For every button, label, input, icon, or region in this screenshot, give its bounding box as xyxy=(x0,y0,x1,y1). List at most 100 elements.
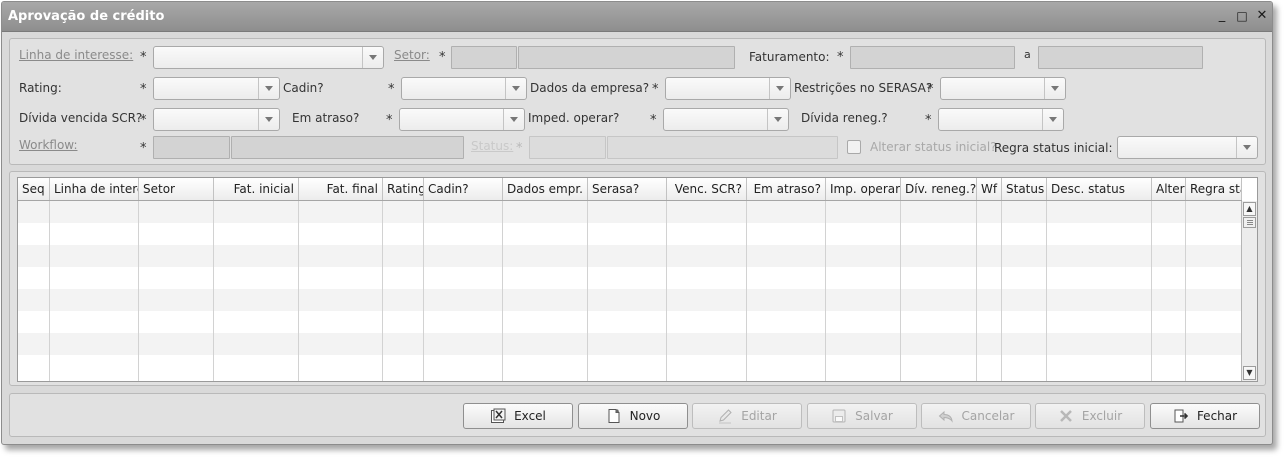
minimize-icon[interactable]: _ xyxy=(1215,8,1229,24)
status-description-field xyxy=(607,136,838,159)
alterar-status-checkbox[interactable] xyxy=(847,140,861,154)
column-header[interactable]: Setor xyxy=(139,178,214,200)
column-header[interactable]: Dív. reneg.? xyxy=(901,178,977,200)
required-mark: * xyxy=(927,82,934,97)
column-divider xyxy=(1185,201,1186,381)
status-label: Status: xyxy=(471,139,514,153)
column-header[interactable]: Status xyxy=(1002,178,1047,200)
close-icon[interactable]: ✕ xyxy=(1255,8,1269,24)
column-divider xyxy=(1151,201,1152,381)
required-mark: * xyxy=(140,50,147,65)
column-header[interactable]: Fat. inicial xyxy=(214,178,299,200)
range-separator: a xyxy=(1024,48,1031,61)
table-row[interactable] xyxy=(18,245,1242,267)
workflow-description-field xyxy=(231,136,464,159)
chevron-down-icon[interactable] xyxy=(258,78,279,99)
column-divider xyxy=(976,201,977,381)
novo-button[interactable]: Novo xyxy=(578,403,688,429)
imped-operar-select[interactable] xyxy=(663,108,789,131)
column-header[interactable]: Cadin? xyxy=(424,178,503,200)
excel-button-label: Excel xyxy=(514,409,546,423)
required-mark: * xyxy=(837,50,844,65)
required-mark: * xyxy=(140,141,147,156)
chevron-down-icon[interactable] xyxy=(258,109,279,130)
grid-header: Seq Linha de interesse Setor Fat. inicia… xyxy=(18,178,1242,201)
table-row[interactable] xyxy=(18,201,1242,223)
faturamento-label: Faturamento: xyxy=(749,50,830,64)
column-header[interactable]: Rating xyxy=(383,178,424,200)
scroll-down-icon[interactable]: ▼ xyxy=(1243,366,1256,380)
maximize-icon[interactable]: □ xyxy=(1235,8,1249,24)
fechar-button[interactable]: Fechar xyxy=(1150,403,1260,429)
column-header[interactable]: Wf xyxy=(977,178,1002,200)
column-header[interactable]: Linha de interesse xyxy=(50,178,139,200)
filter-panel: Linha de interesse: * Setor: * Faturamen… xyxy=(9,38,1266,165)
divida-reneg-select[interactable] xyxy=(938,108,1064,131)
linha-interesse-label[interactable]: Linha de interesse: xyxy=(19,48,133,62)
column-header[interactable]: Serasa? xyxy=(588,178,667,200)
table-row[interactable] xyxy=(18,311,1242,333)
table-row[interactable] xyxy=(18,333,1242,355)
column-divider xyxy=(900,201,901,381)
column-header[interactable]: Seq xyxy=(18,178,50,200)
salvar-button[interactable]: Salvar xyxy=(807,403,917,429)
chevron-down-icon[interactable] xyxy=(1044,78,1065,99)
required-mark: * xyxy=(140,82,147,97)
column-divider xyxy=(49,201,50,381)
cadin-select[interactable] xyxy=(401,77,527,100)
chevron-down-icon[interactable] xyxy=(505,78,526,99)
data-grid[interactable]: Seq Linha de interesse Setor Fat. inicia… xyxy=(17,177,1258,382)
required-mark: * xyxy=(386,113,393,128)
column-header[interactable]: Em atraso? xyxy=(747,178,826,200)
em-atraso-select[interactable] xyxy=(399,108,525,131)
workflow-code-field xyxy=(153,136,230,159)
divida-vencida-scr-select[interactable] xyxy=(153,108,280,131)
delete-x-icon xyxy=(1059,410,1072,422)
dados-empresa-select[interactable] xyxy=(665,77,791,100)
editar-button[interactable]: Editar xyxy=(692,403,802,429)
chevron-down-icon[interactable] xyxy=(1042,109,1063,130)
excluir-button[interactable]: Excluir xyxy=(1035,403,1145,429)
column-header[interactable]: Alterar xyxy=(1152,178,1186,200)
table-row[interactable] xyxy=(18,267,1242,289)
cancelar-button[interactable]: Cancelar xyxy=(921,403,1031,429)
title-bar[interactable]: Aprovação de crédito _ □ ✕ xyxy=(2,2,1272,32)
restricoes-serasa-select[interactable] xyxy=(940,77,1066,100)
chevron-down-icon[interactable] xyxy=(769,78,790,99)
column-divider xyxy=(666,201,667,381)
table-row[interactable] xyxy=(18,289,1242,311)
chevron-down-icon[interactable] xyxy=(362,47,383,68)
column-header[interactable]: Desc. status xyxy=(1047,178,1152,200)
table-row[interactable] xyxy=(18,223,1242,245)
required-mark: * xyxy=(516,141,523,156)
excel-button[interactable]: Excel xyxy=(463,403,573,429)
workflow-label[interactable]: Workflow: xyxy=(19,138,78,152)
column-divider xyxy=(1046,201,1047,381)
button-bar: Excel Novo Editar Salvar Cancelar Exclui… xyxy=(9,393,1266,437)
column-header[interactable]: Regra status xyxy=(1186,178,1242,200)
vertical-scrollbar[interactable]: ▲ ▼ xyxy=(1241,201,1257,381)
faturamento-to-field[interactable] xyxy=(1038,46,1203,69)
column-header[interactable]: Venc. SCR? xyxy=(667,178,747,200)
required-mark: * xyxy=(652,82,659,97)
faturamento-from-field[interactable] xyxy=(850,46,1015,69)
table-row[interactable] xyxy=(18,355,1242,377)
column-header[interactable]: Imp. operar xyxy=(826,178,901,200)
cancelar-button-label: Cancelar xyxy=(961,409,1015,423)
regra-status-select[interactable] xyxy=(1117,136,1258,159)
chevron-down-icon[interactable] xyxy=(767,109,788,130)
scroll-thumb[interactable] xyxy=(1243,217,1256,228)
chevron-down-icon[interactable] xyxy=(503,109,524,130)
scroll-up-icon[interactable]: ▲ xyxy=(1243,202,1256,216)
salvar-button-label: Salvar xyxy=(855,409,893,423)
rating-select[interactable] xyxy=(153,77,280,100)
chevron-down-icon[interactable] xyxy=(1236,137,1257,158)
linha-interesse-select[interactable] xyxy=(153,46,384,69)
status-code-field xyxy=(529,136,606,159)
setor-label[interactable]: Setor: xyxy=(394,48,430,62)
required-mark: * xyxy=(925,113,932,128)
grid-panel: Seq Linha de interesse Setor Fat. inicia… xyxy=(9,171,1266,386)
column-header[interactable]: Dados empr. xyxy=(503,178,588,200)
column-header[interactable]: Fat. final xyxy=(299,178,383,200)
imped-operar-label: Imped. operar? xyxy=(528,111,620,125)
